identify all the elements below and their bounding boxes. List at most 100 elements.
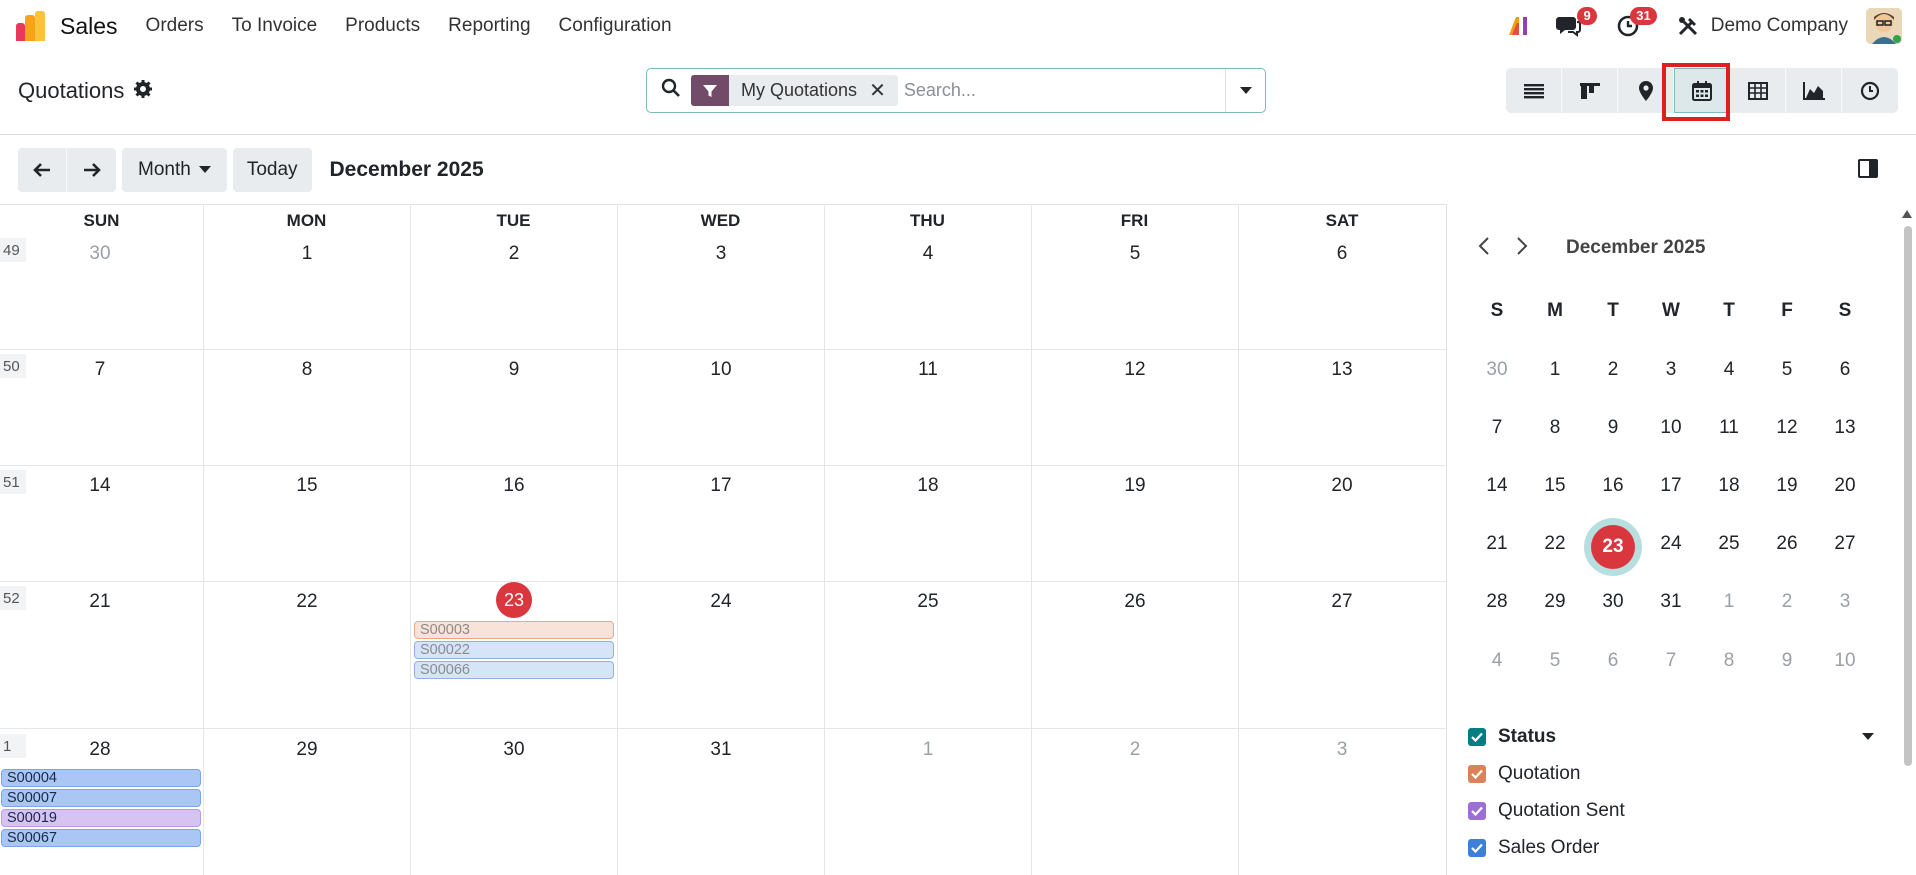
mini-day[interactable]: 5 <box>1535 650 1575 672</box>
list-view-button[interactable] <box>1506 68 1562 113</box>
mini-day[interactable]: 28 <box>1477 591 1517 613</box>
previous-button[interactable] <box>18 148 67 192</box>
mini-day[interactable]: 9 <box>1593 417 1633 439</box>
checkbox-checked-icon[interactable] <box>1468 802 1486 820</box>
activity-view-button[interactable] <box>1842 68 1898 113</box>
search-input[interactable] <box>903 80 1204 101</box>
mini-day[interactable]: 6 <box>1825 359 1865 381</box>
mini-day[interactable]: 6 <box>1593 650 1633 672</box>
filter-sales-order[interactable]: Sales Order <box>1468 837 1599 859</box>
sales-app-icon[interactable] <box>16 11 46 41</box>
calendar-day[interactable]: 25 <box>908 591 948 613</box>
mini-day[interactable]: 2 <box>1767 591 1807 613</box>
chevron-left-icon[interactable] <box>1478 236 1490 262</box>
mini-day[interactable]: 9 <box>1767 650 1807 672</box>
mini-day[interactable]: 8 <box>1535 417 1575 439</box>
menu-to-invoice[interactable]: To Invoice <box>232 15 318 37</box>
mini-day[interactable]: 8 <box>1709 650 1749 672</box>
today-button[interactable]: Today <box>232 148 312 192</box>
user-avatar[interactable] <box>1866 8 1902 44</box>
calendar-day[interactable]: 26 <box>1115 591 1155 613</box>
calendar-event[interactable]: S00067 <box>1 829 201 847</box>
today-marker[interactable]: 23 <box>496 582 532 618</box>
calendar-event[interactable]: S00004 <box>1 769 201 787</box>
calendar-day[interactable]: 20 <box>1322 475 1362 497</box>
calendar-day[interactable]: 28 <box>80 739 120 761</box>
calendar-day[interactable]: 27 <box>1322 591 1362 613</box>
checkbox-checked-icon[interactable] <box>1468 839 1486 857</box>
calendar-day[interactable]: 12 <box>1115 359 1155 381</box>
menu-orders[interactable]: Orders <box>146 15 204 37</box>
mini-day[interactable]: 10 <box>1825 650 1865 672</box>
calendar-day[interactable]: 29 <box>287 739 327 761</box>
mini-day[interactable]: 4 <box>1477 650 1517 672</box>
menu-reporting[interactable]: Reporting <box>448 15 530 37</box>
scroll-up-arrow[interactable] <box>1902 210 1912 218</box>
calendar-event[interactable]: S00022 <box>414 641 614 659</box>
sidebar-scrollbar[interactable] <box>1902 210 1912 875</box>
pivot-view-button[interactable] <box>1730 68 1786 113</box>
calendar-day[interactable]: 1 <box>908 739 948 761</box>
app-brand[interactable]: Sales <box>60 13 118 40</box>
mini-day[interactable]: 30 <box>1593 591 1633 613</box>
calendar-event[interactable]: S00007 <box>1 789 201 807</box>
checkbox-checked-icon[interactable] <box>1468 765 1486 783</box>
mini-day[interactable]: 24 <box>1651 533 1691 555</box>
chevron-right-icon[interactable] <box>1516 236 1528 262</box>
tools-icon[interactable] <box>1671 9 1705 43</box>
mini-day[interactable]: 13 <box>1825 417 1865 439</box>
mini-day[interactable]: 30 <box>1477 359 1517 381</box>
search-icon[interactable] <box>661 78 681 104</box>
scale-dropdown[interactable]: Month <box>122 148 227 192</box>
mini-day[interactable]: 16 <box>1593 475 1633 497</box>
mini-day[interactable]: 11 <box>1709 417 1749 439</box>
mini-day[interactable]: 7 <box>1477 417 1517 439</box>
calendar-day[interactable]: 19 <box>1115 475 1155 497</box>
filter-section-status[interactable]: Status <box>1468 726 1556 748</box>
checkbox-checked-icon[interactable] <box>1468 728 1486 746</box>
mini-day[interactable]: 27 <box>1825 533 1865 555</box>
mini-day[interactable]: 17 <box>1651 475 1691 497</box>
calendar-day[interactable]: 22 <box>287 591 327 613</box>
calendar-day[interactable]: 13 <box>1322 359 1362 381</box>
mini-day[interactable]: 18 <box>1709 475 1749 497</box>
calendar-day[interactable]: 6 <box>1322 243 1362 265</box>
calendar-event[interactable]: S00066 <box>414 661 614 679</box>
mini-day[interactable]: 1 <box>1709 591 1749 613</box>
company-switcher[interactable]: Demo Company <box>1711 15 1848 37</box>
mini-day[interactable]: 25 <box>1709 533 1749 555</box>
mini-day[interactable]: 3 <box>1825 591 1865 613</box>
activity-clock-icon[interactable]: 31 <box>1611 7 1657 43</box>
mini-today-marker[interactable]: 23 <box>1584 518 1642 576</box>
calendar-day[interactable]: 8 <box>287 359 327 381</box>
gear-icon[interactable] <box>134 78 153 104</box>
calendar-day[interactable]: 3 <box>1322 739 1362 761</box>
map-view-button[interactable] <box>1618 68 1674 113</box>
calendar-day[interactable]: 24 <box>701 591 741 613</box>
mini-day[interactable]: 21 <box>1477 533 1517 555</box>
menu-products[interactable]: Products <box>345 15 420 37</box>
remove-facet-icon[interactable]: ✕ <box>869 78 898 103</box>
calendar-day[interactable]: 1 <box>287 243 327 265</box>
mini-day[interactable]: 15 <box>1535 475 1575 497</box>
calendar-day[interactable]: 30 <box>494 739 534 761</box>
mini-day[interactable]: 22 <box>1535 533 1575 555</box>
kanban-view-button[interactable] <box>1562 68 1618 113</box>
calendar-day[interactable]: 2 <box>494 243 534 265</box>
calendar-day[interactable]: 16 <box>494 475 534 497</box>
calendar-day[interactable]: 5 <box>1115 243 1155 265</box>
mini-day[interactable]: 26 <box>1767 533 1807 555</box>
calendar-day[interactable]: 9 <box>494 359 534 381</box>
calendar-day[interactable]: 14 <box>80 475 120 497</box>
mini-day[interactable]: 2 <box>1593 359 1633 381</box>
ai-icon[interactable] <box>1503 9 1537 43</box>
next-button[interactable] <box>67 148 116 192</box>
caret-down-icon[interactable] <box>1862 733 1874 740</box>
menu-configuration[interactable]: Configuration <box>559 15 672 37</box>
calendar-day[interactable]: 2 <box>1115 739 1155 761</box>
mini-day[interactable]: 5 <box>1767 359 1807 381</box>
filter-quotation-sent[interactable]: Quotation Sent <box>1468 800 1625 822</box>
calendar-day[interactable]: 18 <box>908 475 948 497</box>
discuss-icon[interactable]: 9 <box>1551 7 1597 43</box>
graph-view-button[interactable] <box>1786 68 1842 113</box>
